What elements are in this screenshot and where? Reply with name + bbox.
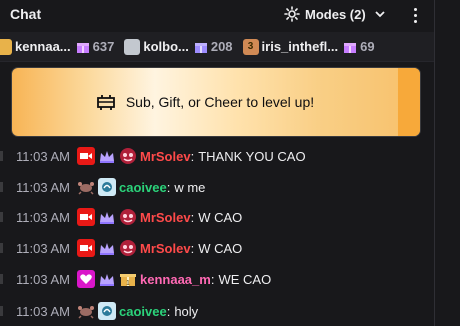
crown-badge-icon[interactable] [98,147,116,165]
more-options-icon[interactable] [406,4,424,26]
message-timestamp: 11:03 AM [16,148,70,164]
rank-3-icon: 3 [242,38,259,55]
rank-2-icon [124,38,141,55]
message-separator: : [190,209,195,225]
crab-badge-icon[interactable] [77,178,95,196]
crown-badge-icon[interactable] [98,208,116,226]
chevron-down-icon [375,11,385,18]
gift-icon [76,42,89,53]
message-separator: : [210,271,215,287]
message-text: THANK YOU CAO [198,148,306,164]
message-marker [0,151,3,161]
level-up-banner[interactable]: Sub, Gift, or Cheer to level up! [12,68,420,136]
chat-message[interactable]: 11:03 AM MrSolev: W CAO [0,237,434,259]
leaderboard-name: kolbo... [143,39,189,54]
crown-badge-icon[interactable] [98,239,116,257]
message-timestamp: 11:03 AM [16,209,70,225]
message-marker [0,212,3,222]
message-marker [0,182,3,192]
chat-header: Chat Modes (2) [0,0,460,30]
chat-message[interactable]: 11:03 AM caoivee: holy [0,300,434,322]
leaderboard-count: 69 [360,39,375,54]
message-timestamp: 11:03 AM [16,303,70,319]
crab-badge-icon[interactable] [77,302,95,320]
gift-icon [344,42,357,53]
mask-badge-icon[interactable] [119,147,137,165]
gift-badge-icon[interactable]: 1 [119,270,137,288]
mask-badge-icon[interactable] [119,208,137,226]
level-up-label: Sub, Gift, or Cheer to level up! [125,94,315,110]
message-username[interactable]: kennaaa_m [140,272,211,287]
message-username[interactable]: MrSolev [140,210,191,225]
message-body: caoivee: holy [77,302,198,320]
leaderboard-count: 637 [92,39,115,54]
level-up-icon [96,95,115,110]
chat-message[interactable]: 11:03 AM 1 kennaaa_m: WE CAO [0,268,434,290]
message-timestamp: 11:03 AM [16,271,70,287]
message-body: MrSolev: W CAO [77,239,242,257]
message-username[interactable]: caoivee [119,180,167,195]
modes-button[interactable]: Modes (2) [284,3,387,25]
crown-badge-icon[interactable] [98,270,116,288]
heart-badge-icon[interactable] [77,270,95,288]
message-body: caoivee: w me [77,178,205,196]
video-badge-icon[interactable] [77,147,95,165]
mask-badge-icon[interactable] [119,239,137,257]
leaderboard-entry[interactable]: 3 iris_inthefl... 69 [242,38,385,55]
video-badge-icon[interactable] [77,239,95,257]
message-timestamp: 11:03 AM [16,240,70,256]
chat-title: Chat [10,6,42,22]
message-text: holy [174,303,199,319]
message-body: 1 kennaaa_m: WE CAO [77,270,271,288]
leaderboard-entry[interactable]: kolbo... 208 [124,38,242,55]
message-body: MrSolev: W CAO [77,208,242,226]
chat-message[interactable]: 11:03 AM MrSolev: THANK YOU CAO [0,145,434,167]
message-text: W CAO [198,209,243,225]
message-text: WE CAO [218,271,272,287]
message-username[interactable]: MrSolev [140,149,191,164]
chat-message[interactable]: 11:03 AM MrSolev: W CAO [0,206,434,228]
message-username[interactable]: MrSolev [140,241,191,256]
leaderboard-name: iris_inthefl... [261,39,339,54]
video-badge-icon[interactable] [77,208,95,226]
chat-message[interactable]: 11:03 AM caoivee: w me [0,176,434,198]
message-timestamp: 11:03 AM [16,179,70,195]
message-text: w me [174,179,206,195]
message-separator: : [166,179,171,195]
message-separator: : [190,148,195,164]
gift-icon [194,42,207,53]
svg-text:1: 1 [126,280,130,287]
modes-label: Modes (2) [305,6,366,22]
gear-icon [284,6,300,22]
sub-badge-icon[interactable] [98,302,116,320]
gift-leaderboard: kennaa... 637 kolbo... 208 3 iris_inthef… [0,32,434,62]
leaderboard-name: kennaa... [15,39,71,54]
message-marker [0,274,3,284]
message-body: MrSolev: THANK YOU CAO [77,147,306,165]
leaderboard-count: 208 [210,39,233,54]
message-username[interactable]: caoivee [119,304,167,319]
message-marker [0,243,3,253]
message-separator: : [190,240,195,256]
rank-1-icon [0,38,12,55]
sub-badge-icon[interactable] [98,178,116,196]
message-separator: : [166,303,171,319]
scrollbar-track [434,0,435,326]
message-text: W CAO [198,240,243,256]
message-marker [0,306,3,316]
leaderboard-entry[interactable]: kennaa... 637 [0,38,124,55]
